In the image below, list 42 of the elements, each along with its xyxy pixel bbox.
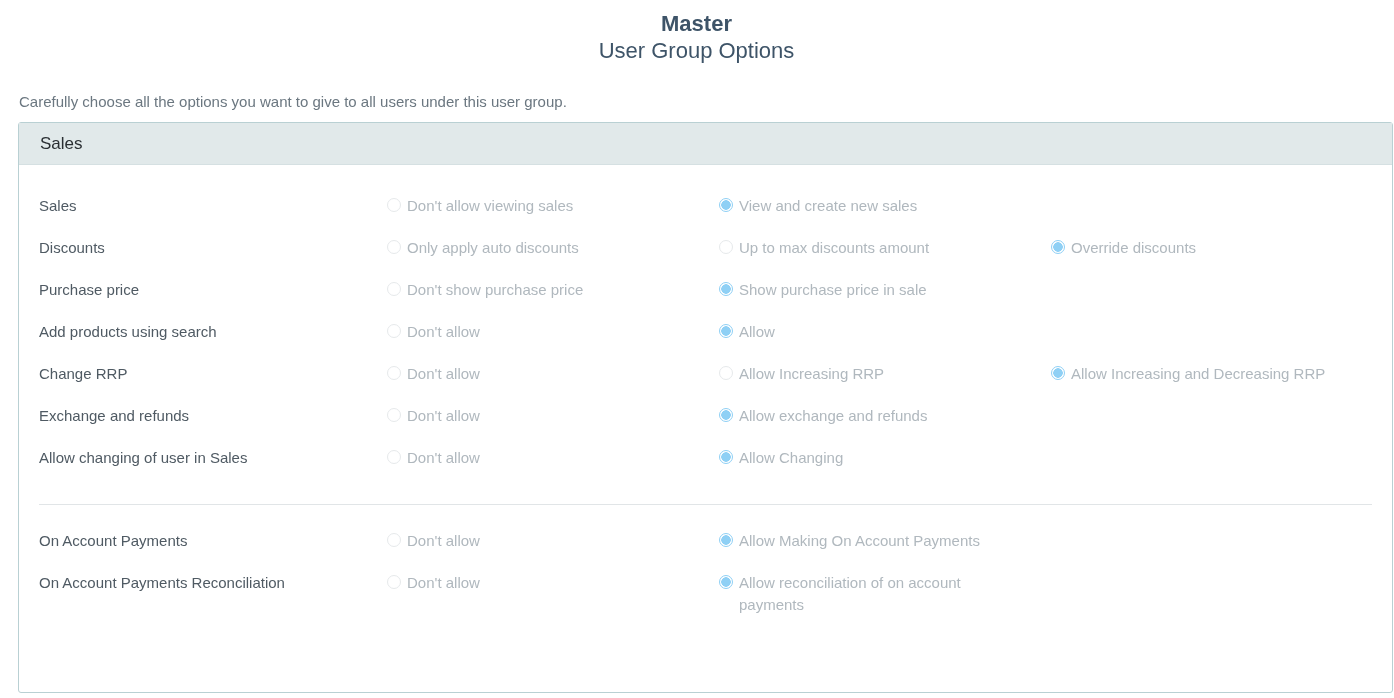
- radio-label[interactable]: Allow Changing: [739, 447, 844, 469]
- radio-label[interactable]: Don't allow: [407, 405, 480, 427]
- radio-label[interactable]: Don't allow viewing sales: [407, 195, 574, 217]
- radio-label[interactable]: Allow Increasing RRP: [739, 363, 885, 385]
- option-label: Exchange and refunds: [39, 406, 191, 426]
- option-label: Change RRP: [39, 364, 129, 384]
- radio-label[interactable]: Don't allow: [407, 447, 480, 469]
- option-label: Discounts: [39, 238, 106, 258]
- radio-label[interactable]: Show purchase price in sale: [739, 279, 927, 301]
- radio-button[interactable]: [719, 533, 733, 547]
- radio-button[interactable]: [719, 575, 733, 589]
- radio-label[interactable]: Allow: [739, 321, 775, 343]
- option-label: Add products using search: [39, 322, 218, 342]
- radio-label[interactable]: Allow Increasing and Decreasing RRP: [1071, 363, 1326, 385]
- radio-label[interactable]: Only apply auto discounts: [407, 237, 579, 259]
- radio-label[interactable]: Don't allow: [407, 572, 480, 594]
- option-label: On Account Payments: [39, 531, 189, 551]
- radio-label[interactable]: Allow reconciliation of on account payments: [739, 572, 1001, 616]
- radio-label[interactable]: View and create new sales: [739, 195, 918, 217]
- radio-label[interactable]: Allow exchange and refunds: [739, 405, 928, 427]
- panel-header: Sales: [19, 123, 1392, 165]
- option-label: Allow changing of user in Sales: [39, 448, 249, 468]
- radio-label[interactable]: Allow Making On Account Payments: [739, 530, 980, 552]
- radio-label[interactable]: Don't allow: [407, 321, 480, 343]
- page-title: Master: [661, 10, 732, 37]
- radio-button[interactable]: [719, 282, 733, 296]
- radio-label[interactable]: Override discounts: [1071, 237, 1197, 259]
- radio-button[interactable]: [719, 408, 733, 422]
- radio-button[interactable]: [719, 198, 733, 212]
- radio-label[interactable]: Don't allow: [407, 363, 480, 385]
- radio-label[interactable]: Don't show purchase price: [407, 279, 584, 301]
- option-label: On Account Payments Reconciliation: [39, 573, 286, 593]
- radio-button[interactable]: [719, 450, 733, 464]
- page-subtitle: User Group Options: [598, 37, 795, 64]
- radio-button[interactable]: [1051, 240, 1065, 254]
- radio-button[interactable]: [719, 324, 733, 338]
- radio-label[interactable]: Don't allow: [407, 530, 480, 552]
- radio-button[interactable]: [1051, 366, 1065, 380]
- instruction-text: Carefully choose all the options you want to give to all users under this user group.: [19, 92, 568, 112]
- option-label: Purchase price: [39, 280, 141, 300]
- radio-label[interactable]: Up to max discounts amount: [739, 237, 930, 259]
- option-label: Sales: [39, 196, 78, 216]
